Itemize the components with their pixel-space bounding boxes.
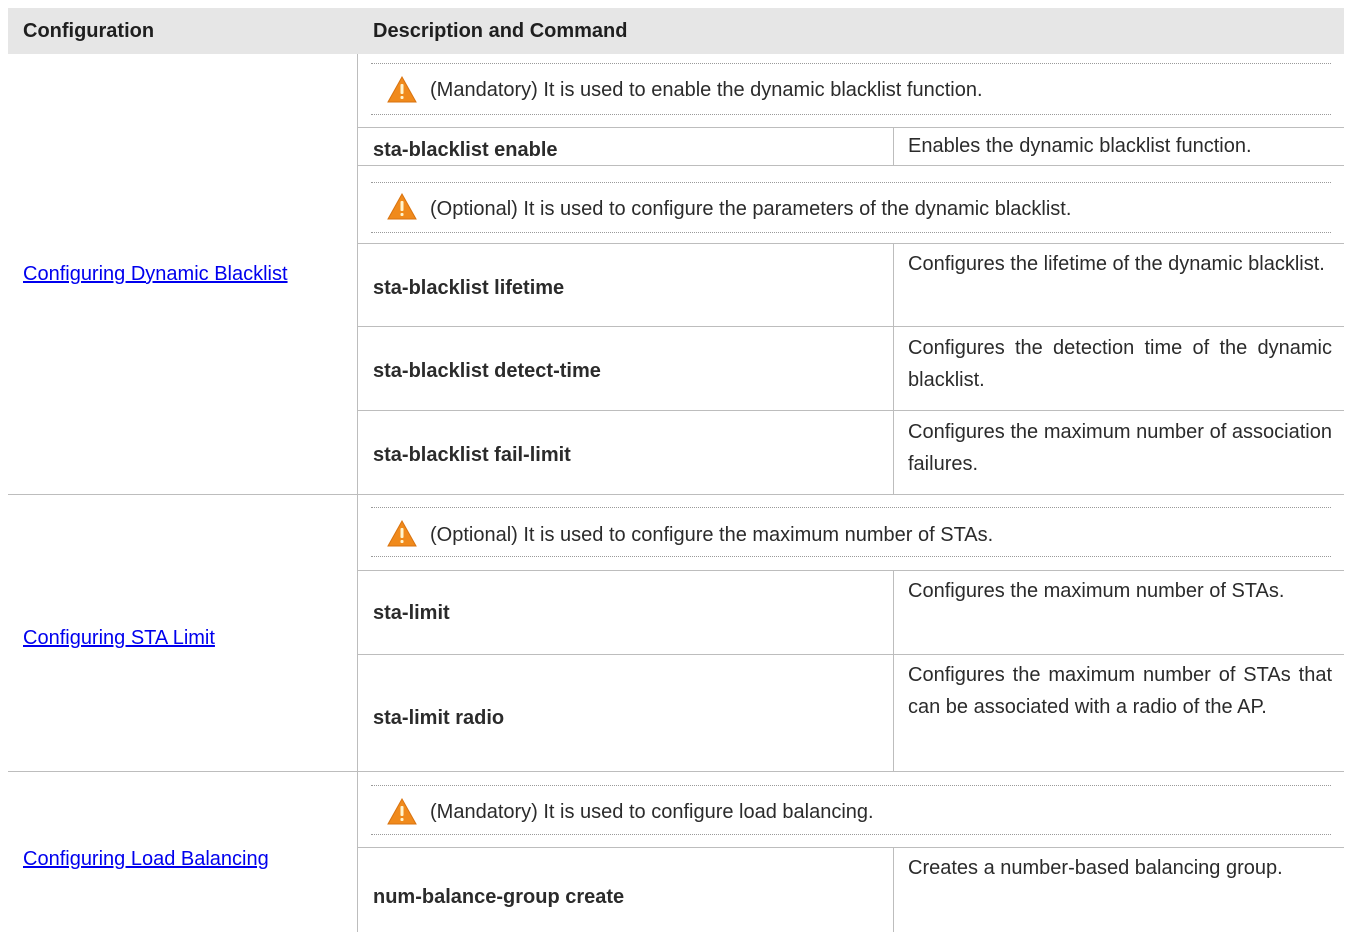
description-text: Configures the maximum number of associa… <box>908 421 1332 475</box>
configuring-load-balancing-link[interactable]: Configuring Load Balancing <box>23 847 269 871</box>
note-top-dots <box>371 182 1331 183</box>
note-text: (Mandatory) It is used to enable the dyn… <box>430 79 983 101</box>
col-divider-desc-3 <box>893 570 894 771</box>
note-bottom-dots <box>371 114 1331 115</box>
warning-triangle-icon <box>387 76 417 103</box>
note-top-dots <box>371 507 1331 508</box>
note-text: (Mandatory) It is used to configure load… <box>430 801 874 823</box>
configuring-sta-limit-link[interactable]: Configuring STA Limit <box>23 626 215 650</box>
row-divider <box>357 127 1344 128</box>
description-text: Creates a number-based balancing group. <box>908 857 1283 879</box>
warning-triangle-icon <box>387 520 417 547</box>
section-divider <box>8 771 1344 772</box>
note-top-dots <box>371 63 1331 64</box>
description-text: Configures the detection time of the dyn… <box>908 337 1332 391</box>
table-header <box>8 8 1344 54</box>
header-configuration: Configuration <box>23 20 155 42</box>
row-divider <box>357 847 1344 848</box>
row-divider <box>357 410 1344 411</box>
note-bottom-dots <box>371 232 1331 233</box>
command-text: sta-blacklist enable <box>373 139 558 161</box>
description-text: Configures the maximum number of STAs th… <box>908 664 1332 718</box>
col-divider-desc-1 <box>893 127 894 165</box>
description-text: Enables the dynamic blacklist function. <box>908 135 1252 157</box>
note-bottom-dots <box>371 556 1331 557</box>
row-divider <box>357 165 1344 166</box>
note-text: (Optional) It is used to configure the m… <box>430 524 994 546</box>
col-divider-main <box>357 54 358 932</box>
configuring-dynamic-blacklist-link[interactable]: Configuring Dynamic Blacklist <box>23 262 288 286</box>
command-text: num-balance-group create <box>373 886 625 908</box>
warning-triangle-icon <box>387 193 417 220</box>
description-text: Configures the maximum number of STAs. <box>908 580 1285 602</box>
row-divider <box>357 243 1344 244</box>
note-text: (Optional) It is used to configure the p… <box>430 198 1072 220</box>
command-text: sta-blacklist detect-time <box>373 360 601 382</box>
note-bottom-dots <box>371 834 1331 835</box>
command-text: sta-blacklist lifetime <box>373 277 565 299</box>
row-divider <box>357 326 1344 327</box>
description-text: Configures the lifetime of the dynamic b… <box>908 253 1325 275</box>
row-divider <box>357 654 1344 655</box>
note-top-dots <box>371 785 1331 786</box>
col-divider-desc-2 <box>893 243 894 494</box>
command-text: sta-blacklist fail-limit <box>373 444 571 466</box>
command-text: sta-limit <box>373 602 450 624</box>
header-description-command: Description and Command <box>373 20 628 42</box>
row-divider <box>357 570 1344 571</box>
warning-triangle-icon <box>387 798 417 825</box>
command-text: sta-limit radio <box>373 707 505 729</box>
section-divider <box>8 494 1344 495</box>
col-divider-desc-4 <box>893 847 894 932</box>
